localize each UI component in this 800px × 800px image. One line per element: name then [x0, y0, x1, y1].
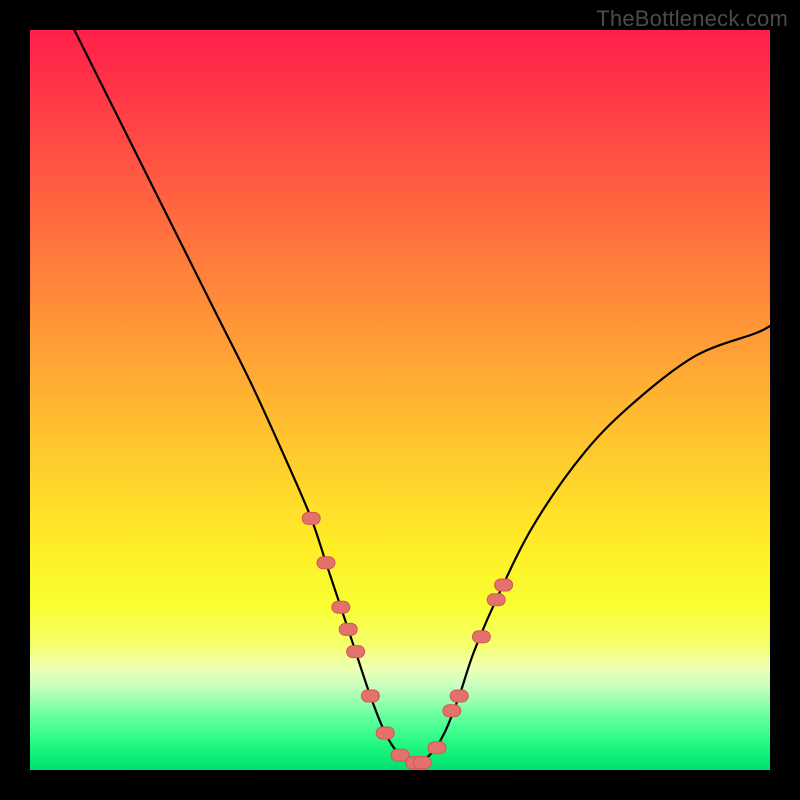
marker-dot	[317, 557, 335, 569]
curve-layer	[30, 30, 770, 770]
marker-dot	[472, 631, 490, 643]
marker-dot	[487, 594, 505, 606]
plot-area	[30, 30, 770, 770]
chart-frame: TheBottleneck.com	[0, 0, 800, 800]
marker-dot	[339, 623, 357, 635]
bottleneck-curve	[74, 30, 770, 763]
marker-dot	[443, 705, 461, 717]
marker-dot	[361, 690, 379, 702]
marker-dot	[347, 646, 365, 658]
watermark-text: TheBottleneck.com	[596, 6, 788, 32]
marker-dot	[450, 690, 468, 702]
marker-dot	[302, 512, 320, 524]
marker-dot	[376, 727, 394, 739]
marker-group	[302, 512, 512, 768]
marker-dot	[428, 742, 446, 754]
marker-dot	[332, 601, 350, 613]
marker-dot	[413, 757, 431, 769]
marker-dot	[495, 579, 513, 591]
